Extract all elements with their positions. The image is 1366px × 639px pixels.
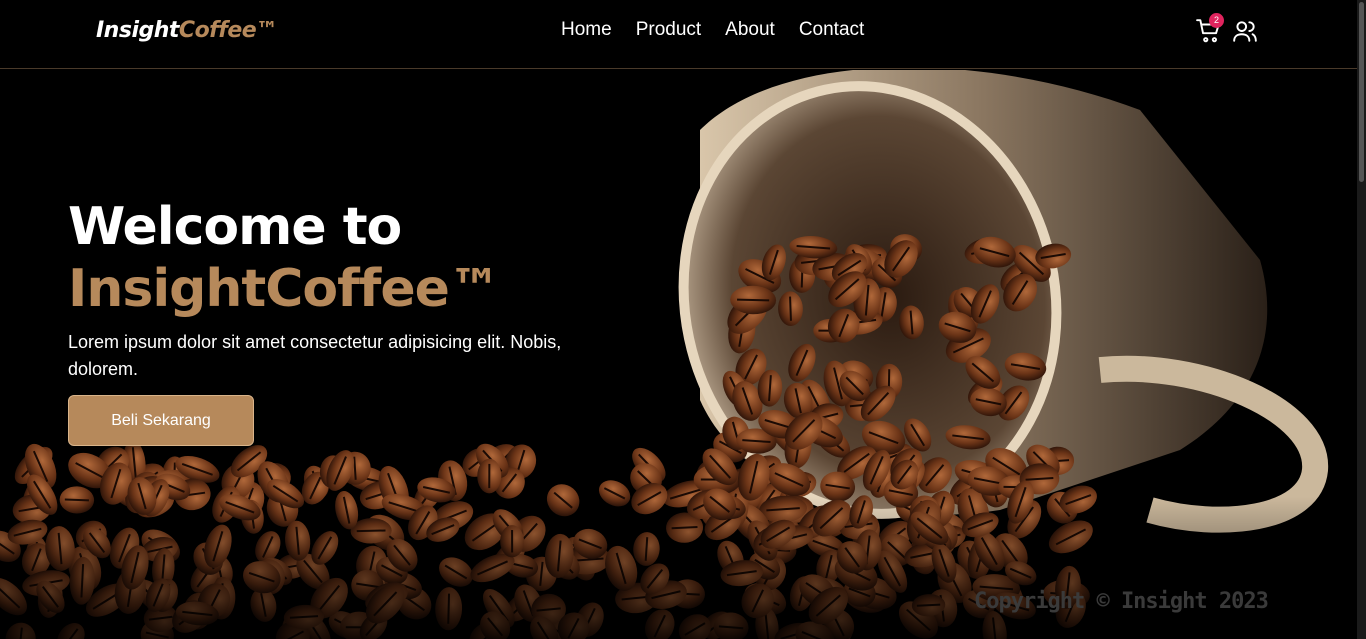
navbar: InsightCoffee™ Home Product About Contac… (0, 0, 1357, 69)
brand-name-accent: Coffee™ (178, 18, 278, 43)
hero-description: Lorem ipsum dolor sit amet consectetur a… (68, 332, 562, 379)
nav-link-product[interactable]: Product (636, 19, 701, 41)
hero-title-line1: Welcome to (68, 197, 402, 257)
cart-button[interactable]: 2 (1196, 13, 1224, 44)
hero-title: Welcome to InsightCoffee™ (68, 196, 501, 320)
nav-links: Home Product About Contact (561, 19, 864, 41)
users-icon (1233, 21, 1257, 42)
cart-count-badge: 2 (1209, 13, 1224, 28)
nav-link-contact[interactable]: Contact (799, 19, 864, 41)
nav-link-about[interactable]: About (725, 19, 775, 41)
page-scrollbar[interactable] (1357, 0, 1366, 639)
nav-link-home[interactable]: Home (561, 19, 612, 41)
brand-logo[interactable]: InsightCoffee™ (96, 18, 278, 43)
nav-icons: 2 (1196, 13, 1258, 44)
account-button[interactable] (1232, 18, 1258, 44)
buy-now-button[interactable]: Beli Sekarang (68, 395, 254, 446)
scrollbar-thumb[interactable] (1359, 2, 1364, 182)
brand-name-main: Insight (96, 18, 179, 43)
footer-copyright: Copyright © Insight 2023 (974, 589, 1269, 614)
hero-title-line2: InsightCoffee™ (68, 259, 501, 319)
